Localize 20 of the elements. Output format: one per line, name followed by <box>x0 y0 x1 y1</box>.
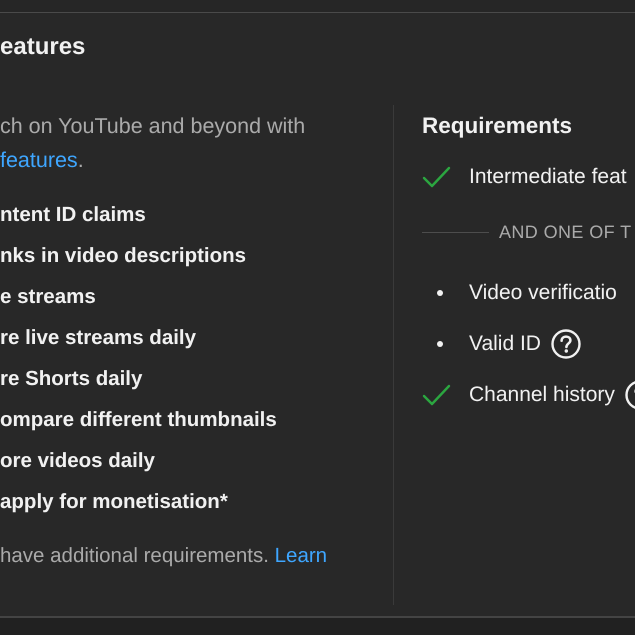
requirement-label: Video verificatio <box>469 280 617 306</box>
learn-link[interactable]: Learn <box>274 544 328 567</box>
feature-item: ore videos daily <box>0 448 155 474</box>
feature-item: apply for monetisation* <box>0 489 228 515</box>
requirement-label: Channel history <box>469 382 615 408</box>
separator-label: AND ONE OF T <box>499 221 632 243</box>
feature-item: re live streams daily <box>0 325 196 351</box>
feature-item: ntent ID claims <box>0 202 146 228</box>
footnote-text: have additional requirements. Learn <box>0 543 328 569</box>
features-link[interactable]: features <box>0 148 78 172</box>
description-text: ch on YouTube and beyond with features. <box>0 113 306 174</box>
feature-item: re Shorts daily <box>0 366 142 392</box>
requirement-label: Intermediate feat <box>469 164 627 190</box>
feature-item: nks in video descriptions <box>0 243 246 269</box>
requirements-title: Requirements <box>422 112 574 140</box>
feature-item: ompare different thumbnails <box>0 407 277 433</box>
section-title: eatures <box>0 32 86 62</box>
requirement-label: Valid ID <box>469 331 541 357</box>
feature-item: e streams <box>0 284 96 310</box>
help-icon[interactable] <box>550 329 581 359</box>
